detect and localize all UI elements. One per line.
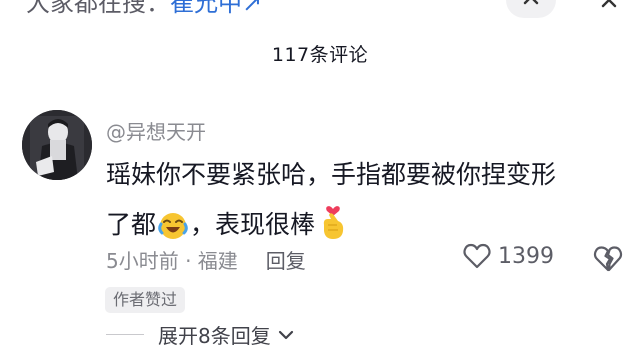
chevron-down-icon	[278, 330, 293, 339]
replies-divider	[106, 334, 144, 335]
expand-replies-label: 展开8条回复	[158, 324, 271, 348]
trending-search-hint[interactable]: 大家都在搜：崔允中↗	[26, 0, 262, 20]
comment-text-line-1: 瑶妹你不要紧张哈，手指都要被你捏变形	[106, 160, 557, 189]
search-prefix: 大家都在搜：	[26, 0, 170, 17]
comment-text-part-a: 了都	[106, 210, 157, 239]
search-arrow-icon: ↗	[242, 0, 263, 17]
comment-text-part-b: ，表现很棒	[190, 210, 316, 239]
author-liked-badge: 作者赞过	[105, 287, 186, 313]
expand-replies-button[interactable]: 展开8条回复	[158, 320, 295, 349]
reply-button[interactable]: 回复	[266, 249, 306, 273]
comment-time-location: 5小时前 · 福建	[106, 249, 238, 273]
close-icon[interactable]	[584, 0, 634, 18]
heart-icon	[463, 243, 491, 269]
search-keyword[interactable]: 崔允中	[170, 0, 242, 17]
comment-username[interactable]: @异想天开	[106, 116, 206, 145]
top-bar: 大家都在搜：崔允中↗	[0, 0, 640, 20]
broken-heart-icon[interactable]	[592, 244, 624, 278]
like-button[interactable]: 1399	[462, 242, 554, 270]
chevron-up-icon[interactable]	[506, 0, 556, 18]
comment-meta: 5小时前 · 福建 回复	[106, 245, 306, 274]
avatar[interactable]	[22, 110, 92, 180]
avatar-image	[22, 110, 92, 180]
comment-count-title: 117条评论	[271, 44, 369, 66]
like-count: 1399	[498, 243, 554, 269]
finger-heart-emoji-icon	[317, 201, 349, 258]
